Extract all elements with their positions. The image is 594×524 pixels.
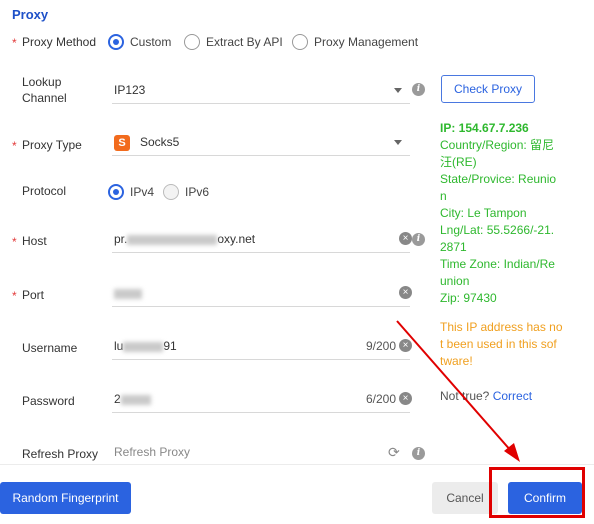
- unused-ip-line3: tware!: [440, 354, 473, 368]
- clear-icon[interactable]: ×: [399, 392, 412, 405]
- info-icon[interactable]: i: [412, 233, 425, 246]
- lookup-channel-label: Lookup Channel: [22, 75, 67, 105]
- refresh-proxy-placeholder: Refresh Proxy: [114, 445, 191, 459]
- radio-custom[interactable]: Custom: [108, 34, 171, 50]
- required-mark: *: [12, 139, 17, 153]
- check-proxy-button[interactable]: Check Proxy: [441, 75, 535, 103]
- country-region-line1: Country/Region: 留尼: [440, 138, 555, 152]
- required-mark: *: [12, 235, 17, 249]
- info-icon[interactable]: i: [412, 447, 425, 460]
- not-true-text: Not true?: [440, 389, 490, 403]
- refresh-proxy-label: Refresh Proxy: [22, 447, 99, 461]
- not-true-row: Not true? Correct: [440, 388, 566, 405]
- username-input[interactable]: lu 91 9/200 ×: [112, 335, 412, 360]
- unused-ip-line1: This IP address has no: [440, 320, 563, 334]
- radio-custom-label: Custom: [130, 35, 172, 49]
- password-input[interactable]: 2 6/200 ×: [112, 388, 412, 413]
- radio-unchecked-icon: [184, 34, 200, 50]
- username-value-suffix: 91: [163, 339, 177, 353]
- refresh-icon[interactable]: ⟳: [388, 444, 400, 461]
- password-char-counter: 6/200: [365, 392, 396, 406]
- radio-unchecked-icon: [292, 34, 308, 50]
- radio-extract-by-api[interactable]: Extract By API: [184, 34, 283, 50]
- radio-proxy-management[interactable]: Proxy Management: [292, 34, 418, 50]
- country-region-line2: 汪(RE): [440, 155, 477, 169]
- correct-link[interactable]: Correct: [493, 389, 532, 403]
- footer-divider: [0, 464, 594, 465]
- random-fingerprint-button[interactable]: Random Fingerprint: [0, 482, 131, 514]
- radio-checked-icon: [108, 34, 124, 50]
- radio-ipv4-label: IPv4: [130, 185, 155, 199]
- chevron-down-icon: [394, 88, 402, 93]
- redacted-text: [123, 341, 164, 352]
- lookup-channel-value: IP123: [114, 83, 146, 97]
- proxy-type-select[interactable]: S Socks5: [112, 131, 410, 156]
- password-value-prefix: 2: [114, 392, 121, 406]
- required-mark: *: [12, 36, 17, 50]
- clear-icon[interactable]: ×: [399, 232, 412, 245]
- radio-checked-icon: [108, 184, 124, 200]
- proxy-method-label: Proxy Method: [22, 35, 97, 49]
- timezone-line1: Time Zone: Indian/Re: [440, 257, 555, 271]
- ip-info-panel: IP: 154.67.7.236 Country/Region: 留尼 汪(RE…: [440, 120, 566, 405]
- redacted-text: [127, 234, 218, 245]
- username-label: Username: [22, 341, 78, 355]
- radio-ipv4[interactable]: IPv4: [108, 184, 154, 200]
- lnglat-line1: Lng/Lat: 55.5266/-21.: [440, 223, 555, 237]
- proxy-type-value: Socks5: [140, 135, 180, 150]
- username-char-counter: 9/200: [365, 339, 396, 353]
- info-icon[interactable]: i: [412, 83, 425, 96]
- port-input[interactable]: ×: [112, 282, 412, 307]
- host-input[interactable]: pr. oxy.net ×: [112, 228, 412, 253]
- password-label: Password: [22, 394, 75, 408]
- radio-ipv6[interactable]: IPv6: [163, 184, 209, 200]
- protocol-label: Protocol: [22, 184, 67, 198]
- radio-ipv6-label: IPv6: [185, 185, 210, 199]
- host-value-prefix: pr.: [114, 232, 128, 246]
- timezone-line2: union: [440, 274, 470, 288]
- lnglat-line2: 2871: [440, 240, 467, 254]
- radio-unchecked-icon: [163, 184, 179, 200]
- state-line2: n: [440, 189, 447, 203]
- username-value-prefix: lu: [114, 339, 124, 353]
- ip-address: IP: 154.67.7.236: [440, 121, 529, 135]
- chevron-down-icon: [394, 140, 402, 145]
- confirm-highlight-box: [489, 467, 585, 518]
- zip: Zip: 97430: [440, 291, 497, 305]
- host-label: Host: [22, 234, 47, 248]
- host-value-suffix: oxy.net: [217, 232, 256, 246]
- clear-icon[interactable]: ×: [399, 286, 412, 299]
- radio-extract-label: Extract By API: [206, 35, 283, 49]
- redacted-text: [114, 288, 142, 299]
- state-line1: State/Provice: Reunio: [440, 172, 557, 186]
- section-title: Proxy: [12, 7, 49, 22]
- required-mark: *: [12, 289, 17, 303]
- clear-icon[interactable]: ×: [399, 339, 412, 352]
- redacted-text: [120, 394, 151, 405]
- city: City: Le Tampon: [440, 206, 527, 220]
- socks5-icon: S: [114, 135, 130, 151]
- refresh-proxy-input[interactable]: Refresh Proxy: [112, 441, 410, 465]
- lookup-channel-select[interactable]: IP123: [112, 79, 410, 104]
- proxy-type-label: Proxy Type: [22, 138, 82, 152]
- unused-ip-line2: t been used in this sof: [440, 337, 557, 351]
- port-label: Port: [22, 288, 45, 302]
- radio-management-label: Proxy Management: [314, 35, 419, 49]
